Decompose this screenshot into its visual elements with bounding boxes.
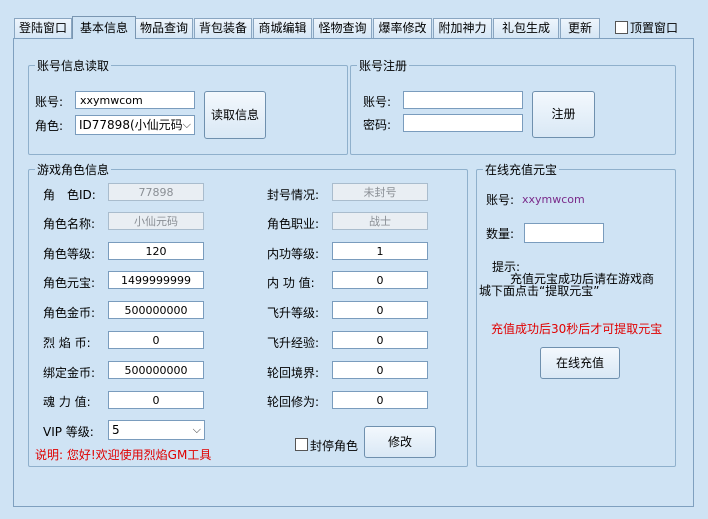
recharge-amount-label: 数量: (486, 227, 515, 241)
recharge-account-value: xxymwcom (522, 193, 585, 206)
register-group: 账号注册 账号: 密码: 注册 (350, 57, 676, 155)
topmost-label: 顶置窗口 (630, 21, 679, 35)
ascend-level-input[interactable]: 0 (332, 301, 428, 319)
reincarnation-cultivation-input[interactable]: 0 (332, 391, 428, 409)
tab-login[interactable]: 登陆窗口 (14, 18, 72, 38)
role-id-label: 角 色ID: (43, 188, 96, 202)
register-account-label: 账号: (363, 95, 392, 109)
role-level-label: 角色等级: (43, 247, 96, 261)
account-label: 账号: (35, 95, 64, 109)
recharge-account-label: 账号: (486, 193, 515, 207)
basic-info-panel: 账号信息读取 账号: xxymwcom 角色: ID77898(小仙元码 ⌵ 读… (13, 38, 694, 507)
tab-gift-pack[interactable]: 礼包生成 (493, 18, 559, 38)
reincarnation-realm-input[interactable]: 0 (332, 361, 428, 379)
role-select[interactable]: ID77898(小仙元码 ⌵ (75, 115, 195, 135)
role-gold-label: 角色金币: (43, 306, 96, 320)
welcome-note: 说明: 您好!欢迎使用烈焰GM工具 (35, 448, 212, 462)
flame-coin-input[interactable]: 0 (108, 331, 204, 349)
modify-button[interactable]: 修改 (364, 426, 436, 458)
inner-level-input[interactable]: 1 (332, 242, 428, 260)
ascend-exp-label: 飞升经验: (267, 336, 320, 350)
inner-value-label: 内 功 值: (267, 276, 315, 290)
tab-update[interactable]: 更新 (560, 18, 600, 38)
role-select-value: ID77898(小仙元码 (79, 118, 183, 132)
ban-role-label: 封停角色 (310, 439, 359, 453)
recharge-title: 在线充值元宝 (483, 161, 560, 178)
tab-monster-query[interactable]: 怪物查询 (313, 18, 372, 38)
register-title: 账号注册 (357, 57, 410, 74)
inner-value-input[interactable]: 0 (332, 271, 428, 289)
ascend-exp-input[interactable]: 0 (332, 331, 428, 349)
tab-drop-rate[interactable]: 爆率修改 (373, 18, 432, 38)
tab-bag-equipment[interactable]: 背包装备 (194, 18, 252, 38)
role-ingot-input[interactable]: 1499999999 (108, 271, 204, 289)
role-info-title: 游戏角色信息 (35, 161, 112, 178)
bound-gold-input[interactable]: 500000000 (108, 361, 204, 379)
role-info-group: 游戏角色信息 角 色ID: 77898 角色名称: 小仙元码 角色等级: 120… (28, 161, 468, 467)
ascend-level-label: 飞升等级: (267, 306, 320, 320)
soul-power-label: 魂 力 值: (43, 395, 91, 409)
account-input[interactable]: xxymwcom (75, 91, 195, 109)
recharge-group: 在线充值元宝 账号: xxymwcom 数量: 提示: 充值元宝成功后请在游戏商… (476, 161, 676, 467)
role-gold-input[interactable]: 500000000 (108, 301, 204, 319)
flame-coin-label: 烈 焰 币: (43, 336, 91, 350)
reincarnation-realm-label: 轮回境界: (267, 366, 320, 380)
account-read-group: 账号信息读取 账号: xxymwcom 角色: ID77898(小仙元码 ⌵ 读… (28, 57, 348, 155)
chevron-down-icon: ⌵ (182, 118, 191, 131)
role-class-field: 战士 (332, 212, 428, 230)
tab-basic-info[interactable]: 基本信息 (72, 16, 136, 39)
vip-level-select[interactable]: 5 ⌵ (108, 420, 205, 440)
role-level-input[interactable]: 120 (108, 242, 204, 260)
recharge-warning: 充值成功后30秒后才可提取元宝 (491, 322, 663, 336)
register-account-input[interactable] (403, 91, 523, 109)
role-name-field: 小仙元码 (108, 212, 204, 230)
tab-extra-power[interactable]: 附加神力 (433, 18, 492, 38)
online-recharge-button[interactable]: 在线充值 (540, 347, 620, 379)
recharge-amount-input[interactable] (524, 223, 604, 243)
register-password-input[interactable] (403, 114, 523, 132)
role-name-label: 角色名称: (43, 217, 96, 231)
hint-line-2: 城下面点击“提取元宝” (479, 284, 600, 298)
ban-status-label: 封号情况: (267, 188, 320, 202)
role-label: 角色: (35, 119, 64, 133)
account-read-title: 账号信息读取 (35, 57, 112, 74)
ban-status-field: 未封号 (332, 183, 428, 201)
register-button[interactable]: 注册 (532, 91, 595, 138)
chevron-down-icon: ⌵ (192, 423, 201, 436)
ban-role-checkbox[interactable] (295, 438, 308, 451)
role-class-label: 角色职业: (267, 217, 320, 231)
vip-level-label: VIP 等级: (43, 425, 94, 439)
tab-mall-edit[interactable]: 商城编辑 (253, 18, 312, 38)
role-id-field: 77898 (108, 183, 204, 201)
role-ingot-label: 角色元宝: (43, 276, 96, 290)
tab-item-query[interactable]: 物品查询 (135, 18, 193, 38)
reincarnation-cultivation-label: 轮回修为: (267, 395, 320, 409)
read-info-button[interactable]: 读取信息 (204, 91, 266, 139)
topmost-checkbox[interactable] (615, 21, 628, 34)
vip-level-value: 5 (112, 423, 120, 437)
inner-level-label: 内功等级: (267, 247, 320, 261)
register-password-label: 密码: (363, 118, 392, 132)
soul-power-input[interactable]: 0 (108, 391, 204, 409)
bound-gold-label: 绑定金币: (43, 366, 96, 380)
